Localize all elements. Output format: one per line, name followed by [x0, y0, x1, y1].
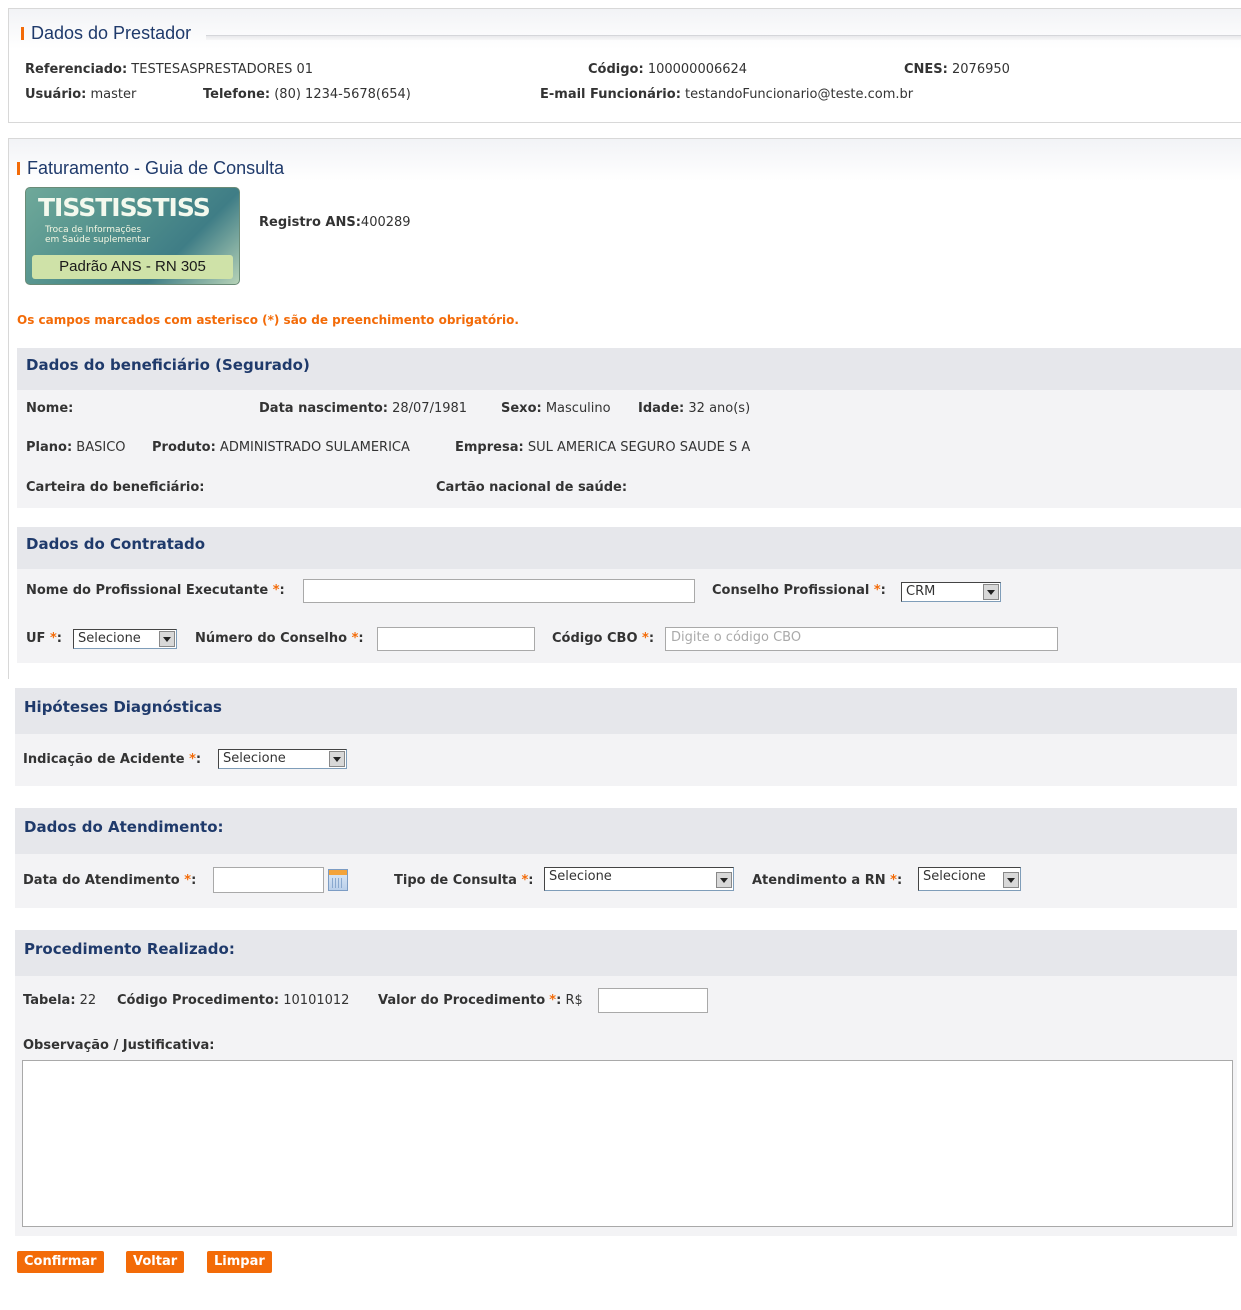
confirmar-button[interactable]: Confirmar: [17, 1251, 104, 1273]
acidente-select[interactable]: Selecione: [218, 749, 347, 769]
usuario-row: Usuário: master: [25, 87, 137, 102]
nascimento-row: Data nascimento: 28/07/1981: [259, 401, 468, 416]
voltar-button[interactable]: Voltar: [126, 1251, 185, 1273]
beneficiario-header: Dados do beneficiário (Segurado): [17, 348, 1241, 390]
numero-conselho-label: Número do Conselho *:: [195, 631, 364, 646]
carteira-label: Carteira do beneficiário:: [26, 480, 205, 495]
uf-select[interactable]: Selecione: [73, 629, 177, 649]
cbo-label: Código CBO *:: [552, 631, 655, 646]
email-row: E-mail Funcionário: testandoFuncionario@…: [540, 87, 914, 102]
nome-profissional-input[interactable]: [303, 579, 695, 603]
idade-row: Idade: 32 ano(s): [638, 401, 751, 416]
procedimento-header: Procedimento Realizado:: [15, 930, 1237, 976]
codigo-row: Código: 100000006624: [588, 62, 748, 77]
prestador-card: Dados do Prestador Referenciado: TESTESA…: [8, 8, 1241, 123]
observacao-textarea[interactable]: [22, 1060, 1233, 1227]
valor-procedimento-input[interactable]: [598, 988, 708, 1013]
limpar-button[interactable]: Limpar: [207, 1251, 272, 1273]
cnes-row: CNES: 2076950: [904, 62, 1010, 77]
telefone-row: Telefone: (80) 1234-5678(654): [203, 87, 411, 102]
tiss-logo: TISSTISSTISS Troca de Informações em Saú…: [25, 187, 240, 285]
hipoteses-header: Hipóteses Diagnósticas: [15, 688, 1237, 734]
uf-label: UF *:: [26, 631, 62, 646]
produto-row: Produto: ADMINISTRADO SULAMERICA: [152, 440, 410, 455]
chevron-down-icon: [983, 584, 999, 600]
required-note: Os campos marcados com asterisco (*) são…: [17, 313, 519, 327]
conselho-label: Conselho Profissional *:: [712, 583, 886, 598]
cartao-label: Cartão nacional de saúde:: [436, 480, 628, 495]
empresa-row: Empresa: SUL AMERICA SEGURO SAUDE S A: [455, 440, 751, 455]
sexo-row: Sexo: Masculino: [501, 401, 611, 416]
calendar-icon[interactable]: [328, 869, 348, 891]
chevron-down-icon: [159, 631, 175, 647]
data-atendimento-label: Data do Atendimento *:: [23, 873, 197, 888]
registro-ans: Registro ANS:400289: [259, 215, 411, 230]
tipo-consulta-label: Tipo de Consulta *:: [394, 873, 534, 888]
nome-row: Nome:: [26, 401, 74, 416]
faturamento-title: Faturamento - Guia de Consulta: [17, 158, 284, 179]
observacao-label: Observação / Justificativa:: [23, 1038, 215, 1053]
rn-select[interactable]: Selecione: [918, 867, 1021, 891]
chevron-down-icon: [716, 872, 732, 888]
data-atendimento-input[interactable]: [213, 867, 324, 893]
nome-profissional-label: Nome do Profissional Executante *:: [26, 583, 285, 598]
chevron-down-icon: [329, 751, 345, 767]
title-marker-icon: [17, 162, 20, 175]
rn-label: Atendimento a RN *:: [752, 873, 903, 888]
valor-procedimento-label: Valor do Procedimento *: R$: [378, 993, 583, 1008]
tipo-consulta-select[interactable]: Selecione: [544, 867, 734, 891]
title-marker-icon: [21, 27, 24, 40]
prestador-title: Dados do Prestador: [21, 23, 191, 44]
conselho-select[interactable]: CRM: [901, 582, 1001, 602]
plano-row: Plano: BASICO: [26, 440, 126, 455]
atendimento-header: Dados do Atendimento:: [15, 808, 1237, 854]
tabela-row: Tabela: 22: [23, 993, 97, 1008]
codigo-procedimento-row: Código Procedimento: 10101012: [117, 993, 350, 1008]
acidente-label: Indicação de Acidente *:: [23, 752, 202, 767]
referenciado-row: Referenciado: TESTESASPRESTADORES 01: [25, 62, 314, 77]
cbo-input[interactable]: Digite o código CBO: [665, 627, 1058, 651]
chevron-down-icon: [1003, 872, 1019, 888]
numero-conselho-input[interactable]: [377, 627, 535, 651]
contratado-header: Dados do Contratado: [17, 527, 1241, 569]
